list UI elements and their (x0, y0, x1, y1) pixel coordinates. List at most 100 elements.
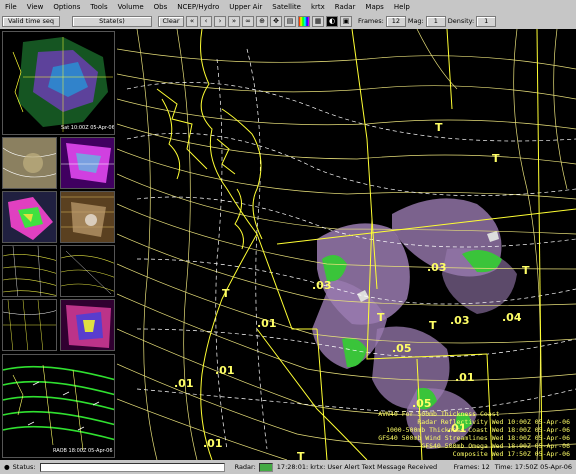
menu-file[interactable]: File (0, 3, 22, 11)
clear-label: Clear (162, 17, 180, 25)
map-label-t5: T (377, 311, 385, 324)
legend-line-2: 1000-500mb Thickness Coast Wed 18:00Z 05… (386, 426, 570, 434)
menu-ncep-hydro[interactable]: NCEP/Hydro (172, 3, 224, 11)
legend-line-5: Composite Wed 17:50Z 05-Apr-06 (452, 450, 570, 458)
time-value: 17:50Z 05-Apr-06 (514, 463, 572, 471)
frames-dropdown[interactable]: 12 (385, 15, 406, 27)
map-label-t3: T (429, 319, 437, 332)
mag-value: 1 (433, 17, 438, 25)
thumbnail-satellite-image: Sat 10:00Z 05-Apr-06 (3, 32, 115, 134)
weather-map: T T T T T T T .01 .01 .01 .01 .03 .03 .0… (117, 29, 576, 460)
contrast-icon[interactable]: ◐ (326, 15, 338, 27)
status-message: 17:28:01: krtx: User Alert Text Message … (276, 463, 438, 471)
map-value-1: .01 (257, 317, 277, 330)
map-value-5: .03 (312, 279, 332, 292)
map-value-7: .03 (450, 314, 470, 327)
map-value-10: .05 (412, 397, 432, 410)
thumbnail-7[interactable] (60, 245, 115, 297)
menu-radar[interactable]: Radar (330, 3, 361, 11)
menu-view[interactable]: View (22, 3, 49, 11)
scale-dropdown[interactable]: State(s) (72, 15, 152, 27)
map-label-t1: T (435, 121, 443, 134)
map-legend: AVN40 For 500mb Thickness Coast Radar Re… (378, 410, 570, 458)
thumbnail-3[interactable] (60, 137, 115, 189)
scale-value: State(s) (99, 17, 125, 25)
first-frame-icon[interactable]: « (186, 15, 198, 27)
menu-krtx[interactable]: krtx (306, 3, 330, 11)
map-value-11: .01 (455, 371, 475, 384)
radar-indicator[interactable] (258, 462, 273, 472)
legend-line-4: GFS40 500mb Omega Wed 18:00Z 05-Apr-06 (421, 442, 570, 450)
thumbnail-8-image (3, 300, 56, 350)
clear-button[interactable]: Clear (158, 15, 184, 27)
zoom-icon[interactable]: ⊕ (256, 15, 268, 27)
menu-help[interactable]: Help (389, 3, 415, 11)
map-value-4: .01 (203, 437, 223, 450)
thumbnail-4[interactable] (2, 191, 57, 243)
thumbnail-raob-image: RAOB 18:00Z 05-Apr-06 (3, 355, 114, 457)
menu-satellite[interactable]: Satellite (267, 3, 306, 11)
map-value-8: .04 (502, 311, 522, 324)
thumbnail-raob[interactable]: RAOB 18:00Z 05-Apr-06 (2, 354, 115, 458)
menu-volume[interactable]: Volume (113, 3, 149, 11)
map-value-3: .01 (174, 377, 194, 390)
status-label: Status: (12, 463, 36, 471)
thumbnail-8[interactable] (2, 299, 57, 351)
status-icon: ● (4, 463, 10, 471)
thumbnail-satellite[interactable]: Sat 10:00Z 05-Apr-06 (2, 31, 115, 135)
settings-icon[interactable]: ▣ (340, 15, 352, 27)
map-label-t4: T (222, 287, 230, 300)
step-back-icon[interactable]: ‹ (200, 15, 212, 27)
thumbnail-satellite-label: Sat 10:00Z 05-Apr-06 (61, 125, 115, 131)
density-dropdown[interactable]: 1 (476, 15, 497, 27)
frames-label: Frames: (358, 17, 384, 25)
thumbnail-panel: Sat 10:00Z 05-Apr-06 RAOB 18:00Z 05-Apr-… (0, 29, 117, 460)
status-field (39, 462, 225, 472)
time-label: Time: (494, 463, 513, 471)
legend-partial: AVN40 For 500mb Thickness Coast (378, 410, 500, 418)
pan-icon[interactable]: ✥ (270, 15, 282, 27)
thumbnail-2[interactable] (2, 137, 57, 189)
print-icon[interactable]: ▤ (284, 15, 296, 27)
menu-bar: File View Options Tools Volume Obs NCEP/… (0, 0, 576, 13)
map-value-6: .03 (427, 261, 447, 274)
map-value-2: .01 (215, 364, 235, 377)
step-forward-icon[interactable]: › (214, 15, 226, 27)
menu-maps[interactable]: Maps (360, 3, 388, 11)
frames-status-label: Frames: (453, 463, 480, 471)
last-frame-icon[interactable]: » (228, 15, 240, 27)
loop-mode-value: Valid time seq (8, 17, 54, 25)
main-map-display[interactable]: T T T T T T T .01 .01 .01 .01 .03 .03 .0… (117, 29, 576, 460)
thumbnail-5-image (61, 192, 114, 242)
loop-icon[interactable]: ∞ (242, 15, 254, 27)
image-toggle-icon[interactable]: ▦ (312, 15, 324, 27)
toolbar: Valid time seq State(s) Clear « ‹ › » ∞ … (0, 13, 576, 29)
thumbnail-7-image (61, 246, 114, 296)
mag-label: Mag: (407, 17, 424, 25)
thumbnail-9[interactable] (60, 299, 115, 351)
density-label: Density: (447, 17, 475, 25)
menu-obs[interactable]: Obs (149, 3, 173, 11)
mag-dropdown[interactable]: 1 (425, 15, 446, 27)
legend-line-3: GFS40 500mb Wind Streamlines Wed 18:00Z … (378, 434, 570, 442)
thumbnail-raob-label: RAOB 18:00Z 05-Apr-06 (53, 448, 113, 454)
frames-value: 12 (391, 17, 400, 25)
thumbnail-6[interactable] (2, 245, 57, 297)
density-value: 1 (484, 17, 489, 25)
radar-label: Radar: (234, 463, 256, 471)
thumbnail-3-image (61, 138, 114, 188)
thumbnail-5[interactable] (60, 191, 115, 243)
menu-upper-air[interactable]: Upper Air (224, 3, 267, 11)
legend-line-1: Radar Reflectivity Wed 10:00Z 05-Apr-06 (417, 418, 570, 426)
menu-tools[interactable]: Tools (85, 3, 112, 11)
status-bar: ● Status: Radar: 17:28:01: krtx: User Al… (0, 460, 576, 474)
thumbnail-4-image (3, 192, 56, 242)
map-value-9: .05 (392, 342, 412, 355)
loop-mode-dropdown[interactable]: Valid time seq (2, 15, 60, 27)
map-label-t6: T (297, 450, 305, 460)
thumbnail-9-image (61, 300, 114, 350)
thumbnail-2-image (3, 138, 56, 188)
color-table-icon[interactable] (298, 15, 310, 27)
menu-options[interactable]: Options (48, 3, 85, 11)
frames-status-value: 12 (481, 463, 490, 471)
